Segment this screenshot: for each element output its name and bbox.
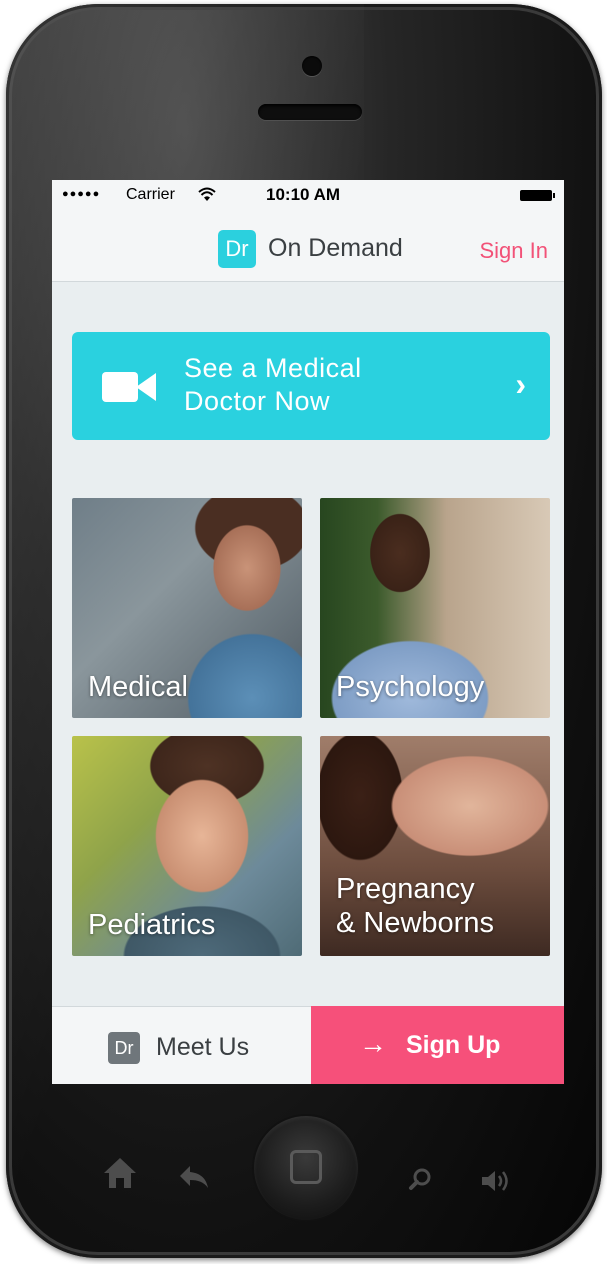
carrier-name: Carrier xyxy=(126,186,175,203)
tile-label: Medical xyxy=(88,671,188,703)
chevron-right-icon: › xyxy=(515,366,526,402)
hardware-buttons-row xyxy=(6,1116,602,1226)
cta-line-1: See a Medical xyxy=(184,353,362,383)
tile-label-line-1: Pregnancy xyxy=(336,873,475,905)
home-button[interactable] xyxy=(254,1116,358,1220)
app-title: On Demand xyxy=(268,234,403,262)
category-tile-medical[interactable]: Medical xyxy=(72,498,302,718)
battery-icon xyxy=(520,190,555,201)
meet-us-button[interactable]: Dr Meet Us xyxy=(52,1007,311,1084)
video-camera-icon xyxy=(102,372,138,402)
front-camera xyxy=(302,56,322,76)
tile-label: Pregnancy & Newborns xyxy=(336,872,494,940)
sign-up-label: Sign Up xyxy=(406,1031,501,1059)
meet-us-label: Meet Us xyxy=(156,1033,250,1061)
wifi-icon xyxy=(198,187,216,201)
app-header: Dr On Demand Sign In xyxy=(52,210,564,282)
app-screen: ●●●●● Carrier 10:10 AM Dr On Demand Sign… xyxy=(52,180,564,1084)
earpiece-speaker xyxy=(258,104,362,120)
category-tile-pregnancy-newborns[interactable]: Pregnancy & Newborns xyxy=(320,736,550,956)
cta-label: See a Medical Doctor Now xyxy=(184,352,444,418)
sign-in-link[interactable]: Sign In xyxy=(480,238,549,264)
category-tile-pediatrics[interactable]: Pediatrics xyxy=(72,736,302,956)
home-square-icon xyxy=(290,1150,322,1184)
see-doctor-now-button[interactable]: See a Medical Doctor Now › xyxy=(72,332,550,440)
meet-us-logo: Dr xyxy=(108,1032,140,1064)
tile-label: Psychology xyxy=(336,671,485,703)
tile-label-line-2: & Newborns xyxy=(336,907,494,939)
tile-label: Pediatrics xyxy=(88,909,216,941)
category-tile-psychology[interactable]: Psychology xyxy=(320,498,550,718)
signal-strength-icon: ●●●●● xyxy=(62,188,101,200)
search-icon[interactable] xyxy=(408,1166,434,1192)
arrow-right-icon: → xyxy=(359,1028,387,1059)
back-icon[interactable] xyxy=(178,1164,210,1190)
home-icon[interactable] xyxy=(102,1156,138,1190)
status-bar: ●●●●● Carrier 10:10 AM xyxy=(52,180,564,210)
bottom-action-bar: Dr Meet Us → Sign Up xyxy=(52,1006,564,1084)
app-logo: Dr xyxy=(218,230,256,268)
volume-icon[interactable] xyxy=(480,1168,512,1194)
sign-up-button[interactable]: → Sign Up xyxy=(311,1006,564,1084)
status-time: 10:10 AM xyxy=(266,185,341,204)
video-camera-lens-icon xyxy=(136,373,156,401)
cta-line-2: Doctor Now xyxy=(184,386,331,416)
